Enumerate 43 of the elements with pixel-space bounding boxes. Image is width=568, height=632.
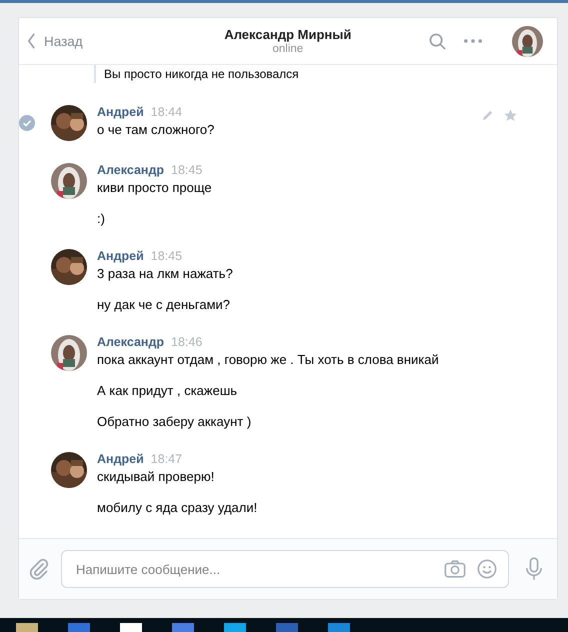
pencil-icon[interactable] (481, 109, 494, 122)
camera-icon[interactable] (444, 559, 466, 579)
author-name[interactable]: Александр (97, 163, 164, 177)
smiley-icon[interactable] (476, 559, 498, 579)
message-text: Обратно заберу аккаунт ) (97, 413, 252, 430)
quoted-message: Вы просто никогда не пользовался (104, 67, 299, 81)
message-field[interactable]: Напишите сообщение... (61, 550, 509, 588)
app-icon[interactable] (172, 623, 194, 632)
star-icon[interactable] (504, 109, 517, 122)
chevron-icon[interactable] (27, 33, 36, 49)
search-icon[interactable] (429, 32, 446, 50)
message-time: 18:44 (150, 105, 182, 119)
check-icon[interactable] (19, 115, 35, 131)
app-icon[interactable] (68, 623, 90, 632)
back-button[interactable]: Назад (23, 29, 87, 53)
online-status: online (272, 43, 304, 55)
more-icon[interactable] (464, 39, 482, 43)
paperclip-icon[interactable] (27, 557, 51, 581)
app-icon[interactable] (328, 623, 350, 632)
message-time: 18:47 (150, 452, 182, 466)
chat-title: Александр Мирный (224, 27, 352, 42)
message-time: 18:46 (171, 335, 202, 349)
message-text: :) (97, 210, 106, 227)
app-icon[interactable] (120, 623, 142, 632)
message-time: 18:45 (171, 163, 202, 177)
message-input[interactable]: Напишите сообщение... (74, 560, 434, 578)
message-text: киви просто проще (97, 179, 212, 196)
author-name[interactable]: Александр (97, 335, 164, 349)
message-text: скидывай проверю! (97, 468, 216, 485)
author-name[interactable]: Андрей (97, 452, 144, 466)
message-text: о че там сложного? (97, 121, 214, 138)
microphone-icon[interactable] (525, 557, 543, 581)
app-icon[interactable] (276, 623, 298, 632)
author-name[interactable]: Андрей (97, 105, 144, 119)
author-name[interactable]: Андрей (97, 249, 144, 263)
message-text: пока аккаунт отдам , говорю же . Ты хоть в слова вникай (97, 351, 439, 368)
message-time: 18:45 (150, 249, 182, 263)
app-icon[interactable] (16, 623, 38, 632)
message-text: 3 раза на лкм нажать? (97, 265, 233, 282)
app-icon[interactable] (224, 623, 246, 632)
message-text: ну дак че с деньгами? (97, 296, 232, 313)
message-text: мобилу с яда сразу удали! (97, 499, 258, 516)
message-text: А как придут , скажешь (97, 382, 238, 399)
